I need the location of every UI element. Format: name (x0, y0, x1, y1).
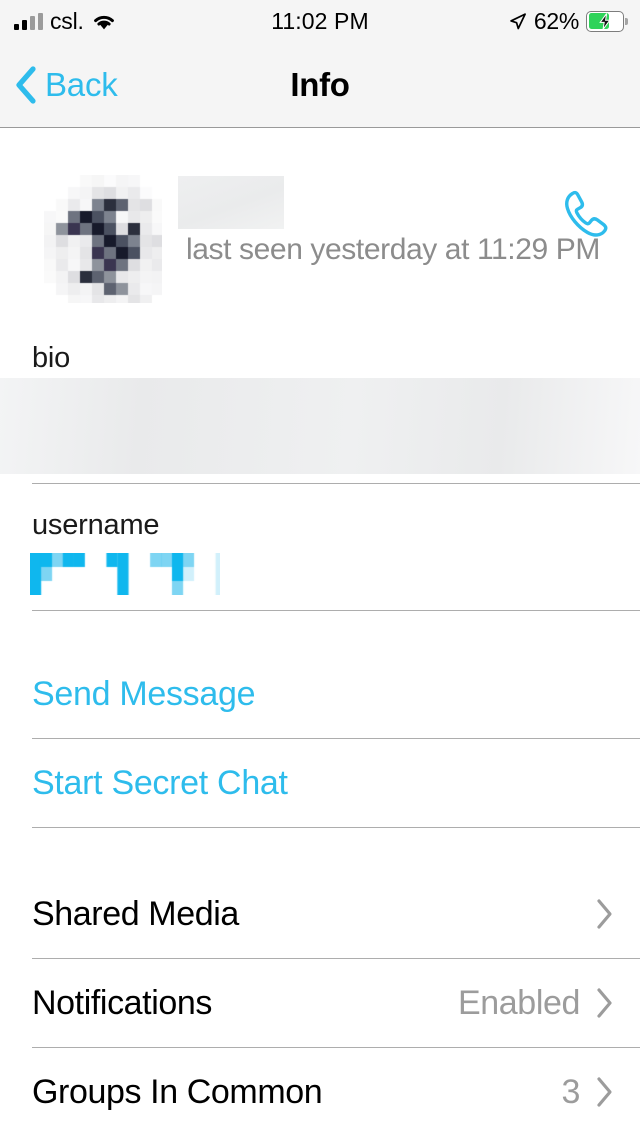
username-label: username (32, 509, 160, 541)
contact-name-redacted (178, 176, 284, 229)
chevron-right-icon (596, 987, 614, 1019)
status-bar-right: 62% (508, 0, 628, 42)
username-value-redacted (30, 553, 220, 595)
send-message-row[interactable]: Send Message (0, 650, 640, 738)
groups-in-common-row[interactable]: Groups In Common 3 (0, 1048, 640, 1136)
phone-screen: csl. 11:02 PM 62% Back Info last seen ye… (0, 0, 640, 1136)
avatar[interactable] (44, 175, 162, 303)
send-message-label: Send Message (32, 674, 256, 713)
page-title: Info (290, 65, 350, 103)
shared-media-row[interactable]: Shared Media (0, 870, 640, 958)
separator (32, 483, 640, 484)
separator (32, 610, 640, 611)
shared-media-accessory (580, 898, 640, 930)
status-bar: csl. 11:02 PM 62% (0, 0, 640, 42)
navigation-bar: Back Info Edit (0, 42, 640, 128)
notifications-row[interactable]: Notifications Enabled (0, 959, 640, 1047)
notifications-value: Enabled (458, 983, 580, 1022)
bio-value-redacted (0, 378, 640, 474)
battery-percent-label: 62% (533, 7, 579, 34)
notifications-accessory: Enabled (458, 984, 640, 1023)
battery-charging-icon (586, 10, 628, 32)
separator (32, 827, 640, 828)
start-secret-chat-label: Start Secret Chat (32, 763, 288, 802)
groups-in-common-accessory: 3 (561, 1073, 640, 1112)
shared-media-label: Shared Media (32, 894, 239, 933)
notifications-label: Notifications (32, 983, 212, 1022)
location-arrow-icon (508, 12, 527, 31)
info-content: last seen yesterday at 11:29 PM bio user… (0, 129, 640, 1136)
groups-in-common-value: 3 (561, 1072, 580, 1111)
start-secret-chat-row[interactable]: Start Secret Chat (0, 739, 640, 827)
contact-header: last seen yesterday at 11:29 PM (0, 129, 640, 329)
bio-label: bio (32, 342, 71, 374)
chevron-right-icon (596, 1076, 614, 1108)
clock-label: 11:02 PM (271, 7, 369, 34)
chevron-right-icon (596, 898, 614, 930)
last-seen-label: last seen yesterday at 11:29 PM (186, 233, 600, 266)
groups-in-common-label: Groups In Common (32, 1072, 323, 1111)
phone-call-icon[interactable] (558, 187, 616, 243)
